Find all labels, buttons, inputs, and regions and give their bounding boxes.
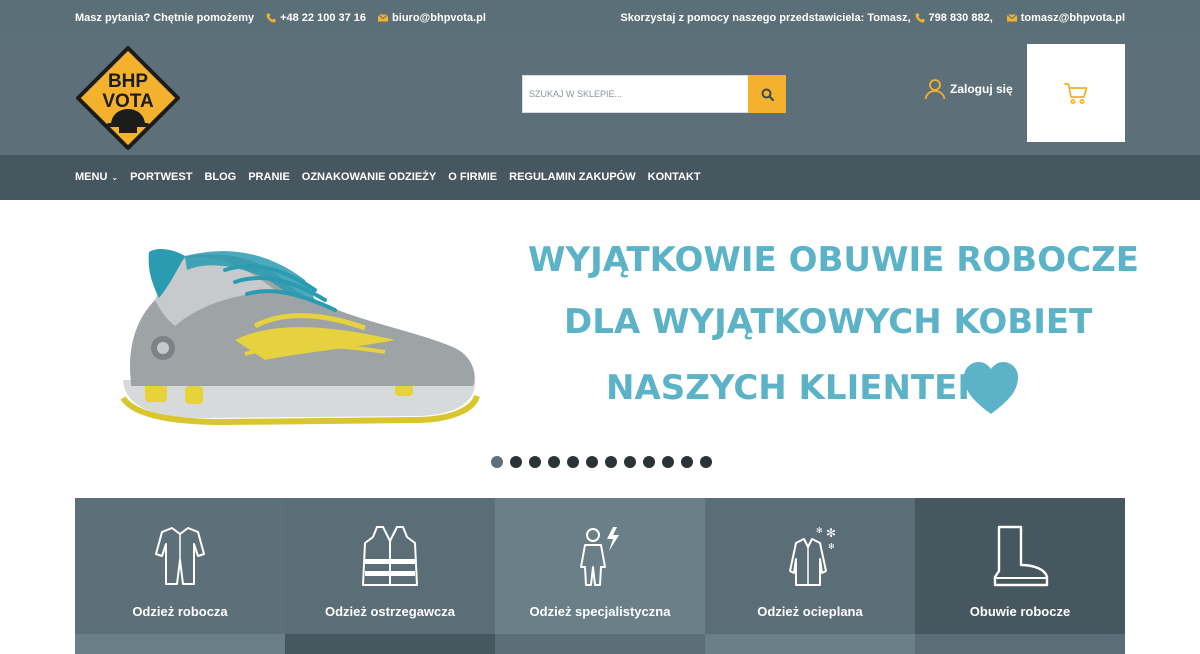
slider-dot[interactable]: [548, 456, 560, 468]
slider-dot[interactable]: [700, 456, 712, 468]
hero-headline-2: DLA WYJĄTKOWYCH KOBIET: [564, 302, 1093, 342]
category-label: Obuwie robocze: [969, 604, 1071, 619]
top-bar-left: Masz pytania? Chętnie pomożemy +48 22 10…: [75, 12, 498, 24]
login-link[interactable]: Zaloguj się: [924, 78, 1013, 100]
envelope-icon: [378, 13, 389, 23]
hi-vis-vest-icon: [362, 526, 418, 586]
representative-phone-link[interactable]: 798 830 882,: [915, 12, 993, 24]
category-label: Odzież robocza: [132, 604, 228, 619]
category-tiles: Odzież robocza Odzież ostrzegawcza Odzie…: [75, 498, 1125, 654]
help-text: Masz pytania? Chętnie pomożemy: [75, 12, 255, 24]
work-shoe-image: [120, 249, 480, 425]
coverall-icon: [155, 527, 205, 585]
slider-dot[interactable]: [643, 456, 655, 468]
logo-text-vota: VOTA: [102, 91, 154, 112]
nav-item-oznakowanie[interactable]: OZNAKOWANIE ODZIEŻY: [302, 171, 436, 183]
bhp-vota-logo[interactable]: BHP VOTA: [75, 45, 181, 151]
representative-phone-text: 798 830 882,: [928, 12, 993, 24]
representative-email-link[interactable]: tomasz@bhpvota.pl: [1006, 12, 1125, 24]
hero-headline-3: NASZYCH KLIENTEK: [606, 368, 984, 408]
email-text: biuro@bhpvota.pl: [392, 12, 486, 24]
representative-email-text: tomasz@bhpvota.pl: [1020, 12, 1125, 24]
category-tile-obuwie-robocze[interactable]: Obuwie robocze: [915, 498, 1125, 634]
slider-dot[interactable]: [605, 456, 617, 468]
winter-jacket-icon: ✻ ✻ ✻: [789, 526, 836, 586]
top-bar-right: Skorzystaj z pomocy naszego przedstawici…: [616, 12, 1125, 24]
phone-text: +48 22 100 37 16: [280, 12, 367, 24]
slider-dot[interactable]: [491, 456, 503, 468]
user-icon: [924, 79, 946, 100]
logo-text-bhp: BHP: [108, 71, 148, 92]
category-tile-odziez-robocza[interactable]: Odzież robocza: [75, 498, 285, 634]
search-icon: [761, 88, 774, 101]
email-link[interactable]: biuro@bhpvota.pl: [378, 12, 486, 24]
heart-icon: [964, 362, 1018, 414]
envelope-icon: [1006, 13, 1017, 23]
slider-dot[interactable]: [662, 456, 674, 468]
nav-item-kontakt[interactable]: KONTAKT: [648, 171, 701, 183]
phone-icon: [915, 13, 925, 23]
login-label: Zaloguj się: [950, 82, 1013, 96]
boot-icon: [993, 525, 1049, 587]
category-label: Odzież specjalistyczna: [529, 604, 671, 619]
nav-item-pranie[interactable]: PRANIE: [248, 171, 290, 183]
nav-item-portwest[interactable]: PORTWEST: [130, 171, 192, 183]
svg-text:✻: ✻: [826, 526, 836, 540]
hero-headline-1: WYJĄTKOWIE OBUWIE ROBOCZE: [528, 240, 1139, 280]
category-label: Odzież ocieplana: [757, 604, 863, 619]
category-tile-odziez-ostrzegawcza[interactable]: Odzież ostrzegawcza: [285, 498, 495, 634]
slider-dot[interactable]: [624, 456, 636, 468]
svg-text:✻: ✻: [828, 542, 835, 551]
category-tile-odziez-specjalistyczna[interactable]: Odzież specjalistyczna: [495, 498, 705, 634]
main-nav: MENU ⌄ PORTWEST BLOG PRANIE OZNAKOWANIE O…: [0, 155, 1200, 200]
top-bar: Masz pytania? Chętnie pomożemy +48 22 10…: [0, 0, 1200, 37]
representative-text: Skorzystaj z pomocy naszego przedstawici…: [620, 12, 911, 24]
slider-dot[interactable]: [529, 456, 541, 468]
nav-item-blog[interactable]: BLOG: [204, 171, 236, 183]
category-tile-odziez-ocieplana[interactable]: ✻ ✻ ✻ Odzież ocieplana: [705, 498, 915, 634]
nav-item-menu[interactable]: MENU ⌄: [75, 171, 118, 183]
category-label: Odzież ostrzegawcza: [324, 604, 456, 619]
cart-button[interactable]: [1027, 44, 1125, 142]
slider-dot[interactable]: [586, 456, 598, 468]
search-input[interactable]: [522, 75, 748, 113]
search-button[interactable]: [748, 75, 786, 113]
slider-dots: [491, 456, 712, 468]
slider-dot[interactable]: [567, 456, 579, 468]
slider-dot[interactable]: [681, 456, 693, 468]
nav-item-regulamin[interactable]: REGULAMIN ZAKUPÓW: [509, 171, 636, 183]
category-tiles-next-row: [75, 634, 1125, 654]
svg-text:✻: ✻: [816, 526, 823, 535]
cart-icon: [1064, 83, 1088, 104]
phone-link[interactable]: +48 22 100 37 16: [266, 12, 366, 24]
nav-item-label: MENU: [75, 171, 108, 183]
hero-slider[interactable]: WYJĄTKOWIE OBUWIE ROBOCZE DLA WYJĄTKOWYC…: [0, 200, 1200, 498]
slider-dot[interactable]: [510, 456, 522, 468]
search-bar: [522, 75, 786, 113]
site-header: BHP VOTA Zaloguj się: [0, 37, 1200, 155]
protective-suit-icon: [580, 527, 619, 586]
nav-item-o-firmie[interactable]: O FIRMIE: [448, 171, 497, 183]
chevron-down-icon: ⌄: [111, 172, 119, 182]
phone-icon: [266, 13, 276, 23]
